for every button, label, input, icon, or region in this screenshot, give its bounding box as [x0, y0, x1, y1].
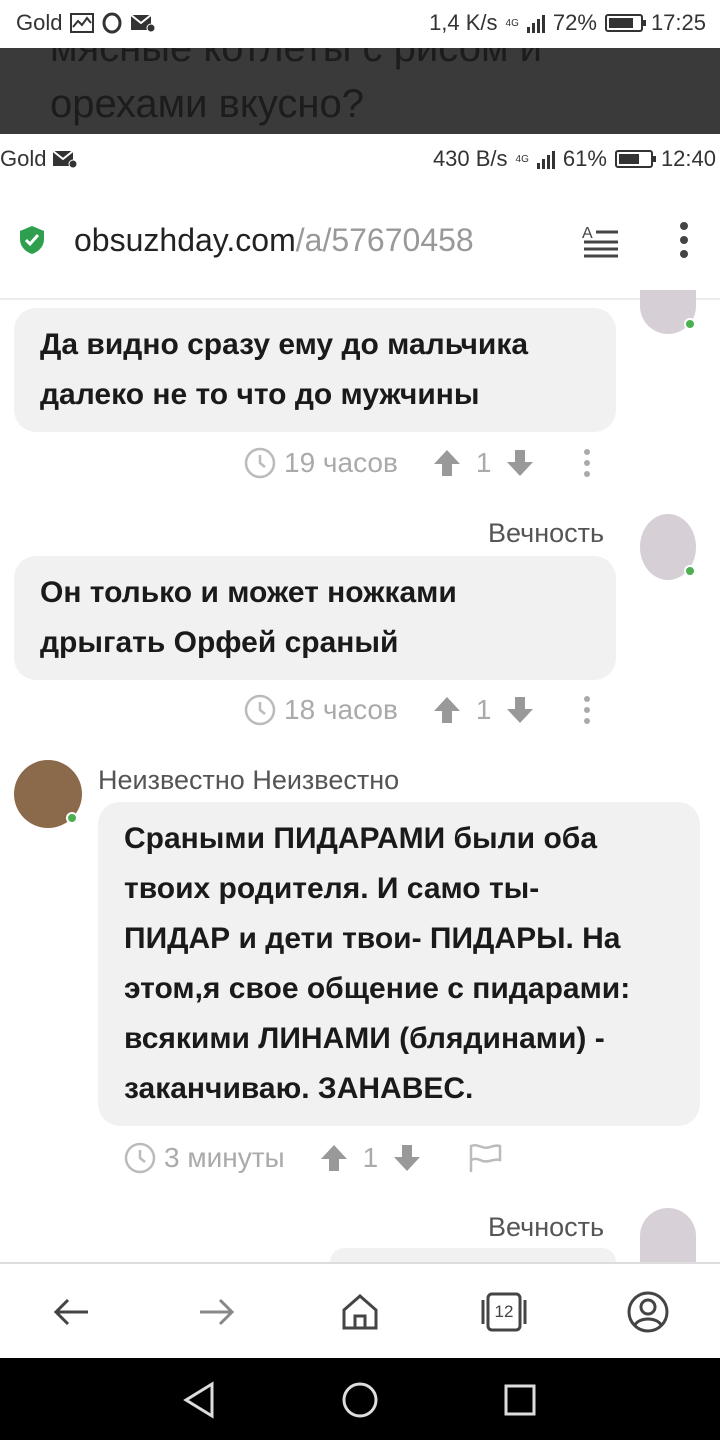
comment-time: 18 часов	[284, 694, 398, 725]
article-title-line1: мясные котлеты с рисом и	[50, 48, 542, 70]
secure-shield-icon[interactable]	[16, 224, 48, 256]
comment-author[interactable]: Неизвестно Неизвестно	[98, 765, 399, 796]
signal-icon	[536, 149, 555, 169]
online-indicator	[684, 318, 696, 330]
outer-status-bar: Gold 1,4 K/s 4G 72% 17:25	[0, 0, 720, 48]
clock-icon	[244, 694, 276, 726]
inner-network-type: 4G	[515, 153, 529, 165]
system-back-icon[interactable]	[180, 1380, 220, 1420]
reader-mode-icon[interactable]: A	[580, 222, 620, 258]
home-icon[interactable]	[336, 1288, 384, 1336]
inner-clock-time: 12:40	[660, 146, 716, 171]
inner-status-bar: Gold 430 B/s 4G 61% 12:40	[0, 134, 720, 180]
message-icon	[130, 14, 156, 33]
comment-time: 3 минуты	[164, 1142, 285, 1173]
comment-meta: 18 часов 1	[244, 694, 535, 726]
tabs-button[interactable]: 12	[480, 1288, 528, 1336]
comment-line: заканчиваю. ЗАНАВЕС.	[124, 1072, 474, 1105]
downvote-icon[interactable]	[505, 448, 535, 478]
system-recents-icon[interactable]	[500, 1380, 540, 1420]
comment-line: Да видно сразу ему до мальчика	[40, 328, 529, 361]
clock-icon	[124, 1142, 156, 1174]
comment-line: дрыгать Орфей сраный	[40, 626, 399, 659]
comment-time: 19 часов	[284, 447, 398, 478]
report-flag-icon[interactable]	[468, 1143, 502, 1173]
comment-line: Сраными ПИДАРАМИ были оба	[124, 822, 597, 855]
inner-network-speed: 430 B/s	[432, 146, 508, 171]
comment-author[interactable]: Вечность	[488, 518, 604, 549]
comment-author[interactable]: Вечность	[488, 1212, 604, 1243]
downvote-icon[interactable]	[392, 1143, 422, 1173]
battery-icon	[614, 150, 656, 168]
svg-text:A: A	[582, 225, 593, 242]
signal-icon	[526, 13, 545, 33]
inner-carrier-label: Gold	[0, 146, 47, 171]
comment-options-icon[interactable]	[582, 695, 592, 725]
url-path: /a/57670458	[295, 222, 474, 258]
vote-count: 1	[475, 694, 492, 725]
comment-options-icon[interactable]	[582, 448, 592, 478]
comment-meta: 3 минуты 1	[124, 1142, 502, 1174]
comment-line: твоих родителя. И само ты-	[124, 872, 540, 905]
comment-line: далеко не то что до мужчины	[40, 378, 480, 411]
vote-count: 1	[362, 1142, 379, 1173]
inner-battery-percent: 61%	[562, 146, 607, 171]
url-text[interactable]: obsuzhday.com/a/57670458	[74, 222, 474, 259]
browser-bottom-nav: 12	[0, 1262, 720, 1358]
downvote-icon[interactable]	[505, 695, 535, 725]
battery-icon	[604, 14, 646, 32]
system-home-icon[interactable]	[340, 1380, 380, 1420]
tabs-count: 12	[494, 1302, 514, 1321]
comment-bubble: Он только и может ножками дрыгать Орфей …	[14, 556, 616, 680]
more-menu-icon[interactable]	[672, 220, 696, 260]
system-nav-bar	[0, 1358, 720, 1440]
vote-count: 1	[475, 447, 492, 478]
comment-bubble: Да видно сразу ему до мальчика далеко не…	[14, 308, 616, 432]
comment-line: этом,я свое общение с пидарами:	[124, 972, 631, 1005]
clock-time: 17:25	[650, 10, 706, 35]
forward-arrow-icon[interactable]	[192, 1288, 240, 1336]
carrier-label: Gold	[16, 10, 63, 35]
upvote-icon[interactable]	[319, 1143, 349, 1173]
comment-bubble: Сраными ПИДАРАМИ были оба твоих родителя…	[98, 802, 700, 1126]
battery-percent: 72%	[552, 10, 597, 35]
browser-url-bar[interactable]: obsuzhday.com/a/57670458 A	[0, 180, 720, 300]
comment-line: ПИДАР и дети твои- ПИДАРЫ. На	[124, 922, 621, 955]
upvote-icon[interactable]	[432, 695, 462, 725]
opera-icon	[102, 12, 122, 34]
comment-line: всякими ЛИНАМИ (блядинами) -	[124, 1022, 605, 1055]
online-indicator	[684, 565, 696, 577]
network-speed: 1,4 K/s	[429, 10, 498, 35]
activity-icon	[70, 13, 95, 33]
upvote-icon[interactable]	[432, 448, 462, 478]
back-arrow-icon[interactable]	[48, 1288, 96, 1336]
comment-meta: 19 часов 1	[244, 447, 535, 479]
profile-icon[interactable]	[624, 1288, 672, 1336]
url-domain: obsuzhday.com	[74, 222, 296, 258]
online-indicator	[66, 812, 78, 824]
comment-line: Он только и может ножками	[40, 576, 457, 609]
article-header-band: мясные котлеты с рисом и орехами вкусно?	[0, 48, 720, 134]
avatar[interactable]	[640, 1208, 696, 1262]
network-type: 4G	[505, 17, 519, 29]
message-icon	[52, 150, 78, 169]
comment-bubble	[330, 1248, 616, 1262]
article-title-line2: орехами вкусно?	[50, 82, 364, 126]
clock-icon	[244, 447, 276, 479]
